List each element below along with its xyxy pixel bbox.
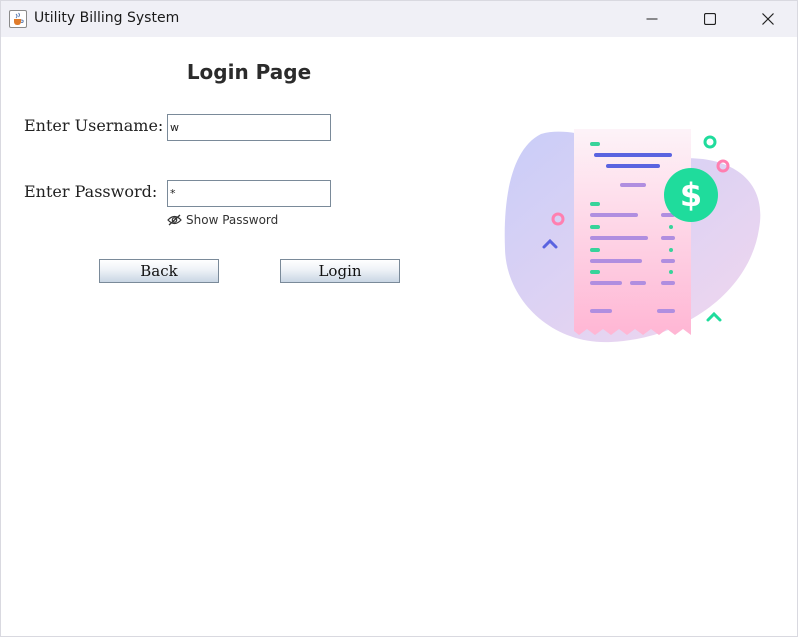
minimize-button[interactable]: [623, 1, 681, 37]
close-icon: [762, 13, 774, 25]
username-input[interactable]: w: [167, 114, 331, 141]
username-label: Enter Username:: [24, 116, 164, 135]
close-button[interactable]: [739, 1, 797, 37]
show-password-toggle[interactable]: Show Password: [167, 212, 278, 228]
receipt: [574, 129, 691, 335]
back-button[interactable]: Back: [99, 259, 219, 283]
login-button[interactable]: Login: [280, 259, 400, 283]
currency-symbol: $: [680, 176, 702, 214]
show-password-label: Show Password: [186, 213, 279, 227]
password-label: Enter Password:: [24, 182, 158, 201]
java-cup-icon: [9, 10, 27, 28]
eye-slash-icon: [167, 214, 182, 226]
window-title: Utility Billing System: [34, 10, 180, 26]
page-title: Login Page: [186, 60, 312, 84]
maximize-icon: [704, 13, 716, 25]
receipt-bill-illustration: $: [504, 129, 761, 343]
password-input[interactable]: *: [167, 180, 331, 207]
minimize-icon: [646, 18, 658, 20]
app-window: Utility Billing System Login Page Enter …: [0, 0, 798, 637]
maximize-button[interactable]: [681, 1, 739, 37]
title-bar[interactable]: Utility Billing System: [1, 1, 797, 37]
